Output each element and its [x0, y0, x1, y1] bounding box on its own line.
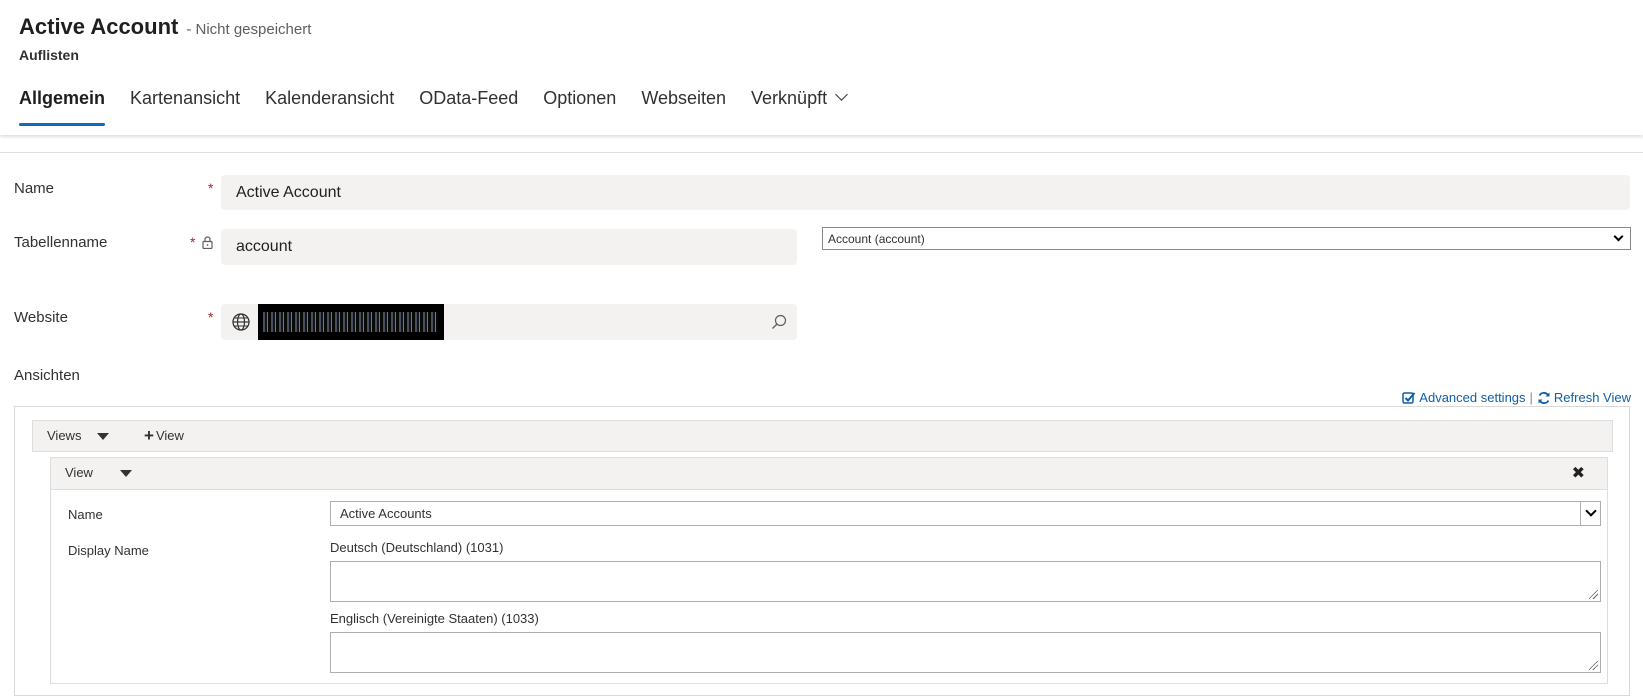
website-lookup-field[interactable]: [221, 304, 797, 340]
view-panel-title[interactable]: View: [65, 465, 93, 480]
display-name-de-textarea[interactable]: [330, 561, 1601, 602]
redaction-noise: [263, 312, 438, 332]
checkbox-icon: [1402, 391, 1416, 404]
page-title: Active Account: [19, 14, 179, 39]
lang-en-label: Englisch (Vereinigte Staaten) (1033): [330, 611, 539, 626]
tab-kartenansicht[interactable]: Kartenansicht: [130, 88, 240, 128]
save-status: - Nicht gespeichert: [186, 21, 312, 38]
table-name-field[interactable]: account: [221, 229, 797, 265]
tab-allgemein[interactable]: Allgemein: [19, 88, 106, 128]
views-dropdown-label[interactable]: Views: [47, 428, 81, 443]
add-view-button[interactable]: + View: [144, 426, 184, 445]
close-icon[interactable]: ✖: [1572, 463, 1585, 483]
tab-kalenderansicht[interactable]: Kalenderansicht: [265, 88, 394, 128]
tab-webseiten[interactable]: Webseiten: [641, 88, 726, 128]
view-name-select[interactable]: Active Accounts: [330, 501, 1601, 526]
resize-grip-icon[interactable]: [1589, 661, 1598, 670]
name-field[interactable]: Active Account: [221, 175, 1630, 210]
chevron-down-icon: [1613, 231, 1624, 242]
table-select-value: Account (account): [828, 231, 925, 246]
lang-de-label: Deutsch (Deutschland) (1031): [330, 540, 504, 555]
view-name-value: Active Accounts: [340, 506, 432, 521]
refresh-icon: [1538, 391, 1550, 404]
page-header: Active Account - Nicht gespeichert Aufli…: [0, 0, 1643, 135]
link-separator: |: [1529, 390, 1533, 405]
website-label: Website: [14, 309, 68, 326]
required-marker: *: [208, 180, 214, 196]
lock-icon: [202, 236, 213, 249]
table-select[interactable]: Account (account): [822, 227, 1631, 250]
view-links: Advanced settings | Refresh View: [1402, 390, 1631, 405]
name-label: Name: [14, 180, 55, 197]
views-toolbar: Views + View: [32, 420, 1613, 452]
tab-bar: Allgemein Kartenansicht Kalenderansicht …: [19, 88, 871, 128]
tab-verknuepft-label: Verknüpft: [751, 88, 828, 108]
advanced-settings-link[interactable]: Advanced settings: [1419, 390, 1525, 405]
tab-odata-feed[interactable]: OData-Feed: [419, 88, 518, 128]
tab-optionen[interactable]: Optionen: [543, 88, 616, 128]
add-view-label: View: [155, 428, 184, 443]
view-name-label: Name: [68, 507, 103, 522]
title-row: Active Account - Nicht gespeichert: [19, 14, 311, 40]
refresh-view-link[interactable]: Refresh View: [1554, 390, 1631, 405]
tab-verknuepft[interactable]: Verknüpft: [751, 88, 848, 128]
required-marker: *: [208, 309, 214, 325]
required-marker: *: [190, 234, 196, 250]
divider: [0, 152, 1643, 153]
resize-grip-icon[interactable]: [1589, 590, 1598, 599]
caret-down-icon[interactable]: [97, 433, 109, 440]
view-panel-header: View ✖: [51, 458, 1607, 490]
chevron-down-icon: [835, 88, 848, 101]
display-name-en-textarea[interactable]: [330, 632, 1601, 673]
display-name-label: Display Name: [68, 543, 149, 558]
table-name-label: Tabellenname: [14, 234, 108, 251]
redacted-website-value[interactable]: [258, 304, 444, 340]
chevron-down-icon[interactable]: [1580, 502, 1600, 525]
caret-down-icon[interactable]: [120, 470, 132, 477]
search-icon[interactable]: [771, 314, 787, 330]
plus-icon: +: [144, 426, 154, 445]
globe-icon: [232, 313, 250, 331]
page-subtitle: Auflisten: [19, 47, 79, 63]
views-section-label: Ansichten: [14, 367, 80, 384]
